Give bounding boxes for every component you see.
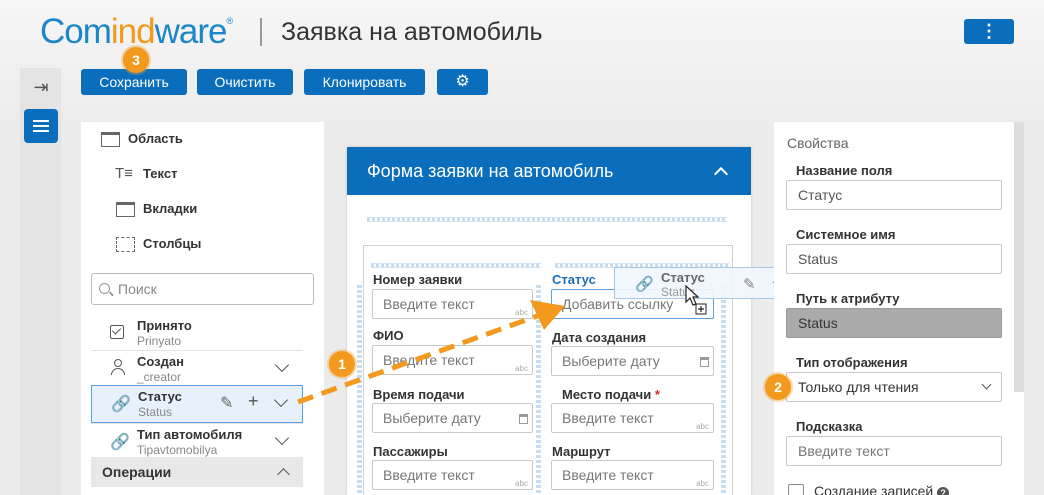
drop-zone xyxy=(367,217,727,222)
required-marker: * xyxy=(654,387,660,402)
collapse-panel-icon[interactable]: ⇥ xyxy=(26,74,56,100)
chevron-up-icon xyxy=(277,468,290,481)
gear-icon: ⚙ xyxy=(455,73,470,90)
field-label-pickup-time: Время подачи xyxy=(373,387,465,402)
step-badge-1: 1 xyxy=(329,351,355,377)
page-title: Заявка на автомобиль xyxy=(281,18,543,46)
more-menu-button[interactable]: ⋮ xyxy=(964,19,1014,44)
field-label-status: Статус xyxy=(552,272,596,287)
form-card: Форма заявки на автомобиль Номер заявки … xyxy=(347,147,751,495)
display-type-select[interactable]: Только для чтения xyxy=(786,372,1002,402)
help-icon[interactable]: ? xyxy=(937,487,950,495)
menu-line-icon xyxy=(33,125,49,127)
area-icon xyxy=(101,132,120,147)
attribute-item-creator[interactable]: Создан _creator xyxy=(91,350,303,388)
link-icon: 🔗 xyxy=(110,434,130,451)
attribute-search-input[interactable]: Поиск xyxy=(91,273,314,305)
pencil-icon[interactable]: ✎ xyxy=(220,393,233,413)
pickup-time-input[interactable]: Выберите дату xyxy=(372,403,533,433)
properties-panel: Свойства Название поля Статус Системное … xyxy=(774,122,1024,495)
attribute-item-status[interactable]: 🔗 Статус Status ✎ + xyxy=(91,385,303,423)
fio-input[interactable]: Введите текст abc xyxy=(372,345,533,375)
link-icon: 🔗 xyxy=(635,276,654,293)
request-number-input[interactable]: Введите текст abc xyxy=(372,289,533,319)
link-icon: 🔗 xyxy=(111,396,131,413)
elements-panel: Область T≡ Текст Вкладки Столбцы Поиск П… xyxy=(81,122,324,495)
field-name-input[interactable]: Статус xyxy=(786,180,1002,210)
calendar-icon xyxy=(519,414,528,424)
checkbox-icon xyxy=(110,325,124,339)
chevron-down-icon xyxy=(981,379,992,390)
field-label-fio: ФИО xyxy=(373,328,404,343)
user-icon xyxy=(110,359,126,375)
field-label-pickup-place: Место подачи * xyxy=(562,387,660,402)
chevron-down-icon[interactable] xyxy=(273,392,289,408)
header-divider xyxy=(260,18,262,46)
properties-title: Свойства xyxy=(787,135,849,151)
drop-zone xyxy=(721,285,726,495)
tabs-icon xyxy=(116,202,135,217)
hint-input[interactable]: Введите текст xyxy=(786,436,1002,466)
comindware-logo: Comindware® xyxy=(40,12,233,51)
field-label-creation-date: Дата создания xyxy=(552,330,647,345)
drop-zone xyxy=(536,285,541,495)
field-label-passengers: Пассажиры xyxy=(373,444,448,459)
chevron-down-icon[interactable] xyxy=(274,430,290,446)
chevron-up-icon[interactable] xyxy=(713,166,729,182)
pencil-icon: ✎ xyxy=(743,276,756,293)
drop-zone xyxy=(371,263,541,268)
calendar-icon xyxy=(700,357,709,367)
attribute-path-input: Status xyxy=(786,308,1002,338)
passengers-input[interactable]: Введите текст abc xyxy=(372,460,533,490)
display-type-label: Тип отображения xyxy=(796,355,908,370)
drop-zone xyxy=(357,285,362,495)
element-tabs[interactable]: Вкладки xyxy=(81,194,324,224)
drag-cursor-icon xyxy=(685,284,707,315)
attribute-item-prinyato[interactable]: Принято Prinyato xyxy=(91,315,303,353)
properties-scrollbar[interactable] xyxy=(1014,122,1024,392)
step-badge-2: 2 xyxy=(765,374,791,400)
element-columns[interactable]: Столбцы xyxy=(81,229,324,259)
creation-date-input[interactable]: Выберите дату xyxy=(551,346,714,376)
settings-button[interactable]: ⚙ xyxy=(437,69,488,95)
step-badge-3: 3 xyxy=(123,47,149,73)
field-name-label: Название поля xyxy=(796,163,893,178)
system-name-label: Системное имя xyxy=(796,227,896,242)
clear-button[interactable]: Очистить xyxy=(197,69,293,95)
text-icon: T≡ xyxy=(115,165,133,182)
route-input[interactable]: Введите текст abc xyxy=(551,460,714,490)
clone-button[interactable]: Клонировать xyxy=(304,69,425,95)
form-header[interactable]: Форма заявки на автомобиль xyxy=(347,147,751,195)
columns-icon xyxy=(116,237,135,252)
plus-icon[interactable]: + xyxy=(248,391,259,412)
element-text[interactable]: T≡ Текст xyxy=(81,159,324,189)
pickup-place-input[interactable]: Введите текст abc xyxy=(551,403,714,433)
hint-label: Подсказка xyxy=(796,419,863,434)
field-label-route: Маршрут xyxy=(552,444,611,459)
menu-line-icon xyxy=(33,120,49,122)
attribute-path-label: Путь к атрибуту xyxy=(796,291,900,306)
create-records-checkbox[interactable] xyxy=(788,484,804,495)
attribute-item-tipavtomobilya[interactable]: 🔗 Тип автомобиля Tipavtomobilya xyxy=(91,423,303,461)
create-records-label: Создание записей ? xyxy=(814,483,950,495)
chevron-down-icon[interactable] xyxy=(274,357,290,373)
app-header: Comindware® Заявка на автомобиль ⋮ xyxy=(0,0,1044,122)
menu-line-icon xyxy=(33,130,49,132)
field-label-request-number: Номер заявки xyxy=(373,272,463,287)
list-view-button[interactable] xyxy=(24,109,58,143)
search-icon xyxy=(99,283,110,294)
system-name-input[interactable]: Status xyxy=(786,244,1002,274)
element-area[interactable]: Область xyxy=(81,124,324,154)
operations-section-header[interactable]: Операции xyxy=(91,457,303,487)
